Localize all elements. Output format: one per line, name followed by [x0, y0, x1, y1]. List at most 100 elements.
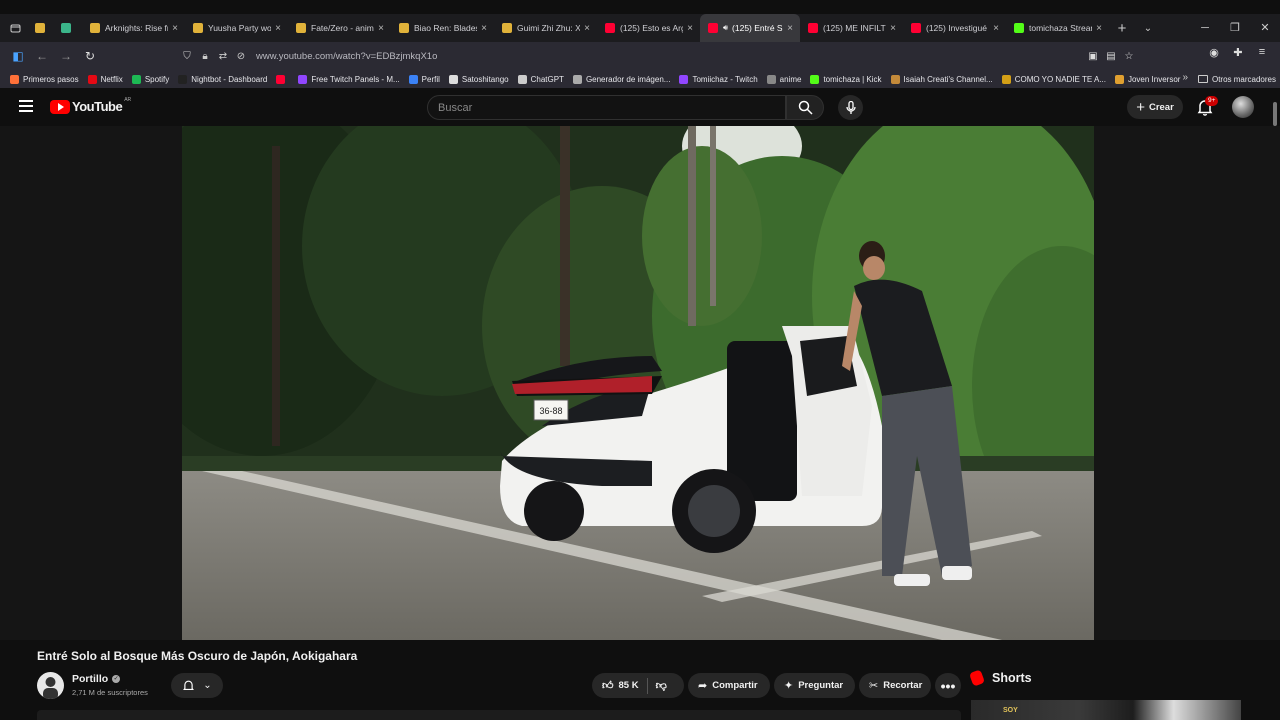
thumbs-up-icon[interactable]: 👍︎: [602, 679, 614, 692]
bookmark-item[interactable]: Tomiichaz - Twitch: [679, 74, 758, 84]
reader-view-icon[interactable]: ▤: [1102, 51, 1120, 62]
browser-tab[interactable]: 🔊︎ (125) Entré S ×: [700, 14, 800, 42]
bookmark-item[interactable]: Spotify: [131, 74, 169, 84]
bookmark-item[interactable]: Netflix: [87, 74, 123, 84]
tab-list-chevron-icon[interactable]: ⌄: [1135, 23, 1161, 34]
page-scrollbar[interactable]: [1273, 102, 1277, 126]
tab-close-icon[interactable]: ×: [787, 23, 793, 34]
voice-search-button[interactable]: [838, 95, 863, 120]
search-input[interactable]: Buscar: [427, 95, 786, 120]
bookmark-item[interactable]: Perfil: [408, 74, 440, 84]
bookmark-item[interactable]: Joven Inversor: [1114, 74, 1180, 84]
url-text[interactable]: www.youtube.com/watch?v=EDBzjmkqX1o: [256, 51, 437, 62]
picture-in-picture-icon[interactable]: ▣: [1084, 51, 1102, 62]
search-button[interactable]: [786, 95, 824, 120]
forward-icon[interactable]: →: [54, 49, 78, 63]
minimize-icon[interactable]: ─: [1190, 14, 1220, 42]
bookmark-label: Netflix: [100, 74, 123, 84]
tab-close-icon[interactable]: ×: [993, 23, 999, 34]
browser-tab[interactable]: (125) Esto es Arge ×: [597, 14, 700, 42]
bookmark-label: Free Twitch Panels - M...: [311, 74, 400, 84]
share-button[interactable]: ➦ Compartir: [688, 673, 770, 698]
tab-favicon-icon: [911, 23, 921, 33]
tab-audio-icon[interactable]: 🔊︎: [723, 23, 728, 33]
tab-close-icon[interactable]: ×: [481, 23, 487, 34]
bookmark-item[interactable]: Satoshitango: [448, 74, 509, 84]
restore-icon[interactable]: ❐: [1220, 14, 1250, 42]
bookmark-item[interactable]: Nightbot - Dashboard: [178, 74, 268, 84]
reload-icon[interactable]: ↻: [78, 49, 102, 63]
account-icon[interactable]: ◉: [1202, 46, 1226, 59]
bookmark-favicon-icon: [131, 74, 141, 84]
user-avatar[interactable]: [1232, 96, 1254, 118]
browser-tab[interactable]: tomichaza Stream ×: [1006, 14, 1109, 42]
shield-icon[interactable]: ⛉: [178, 51, 196, 62]
bookmark-star-icon[interactable]: ☆: [1120, 51, 1138, 62]
bookmark-favicon-icon: [448, 74, 458, 84]
shorts-icon: [968, 669, 986, 687]
scissors-icon: ✂: [869, 680, 879, 692]
browser-tab[interactable]: (125) Investigué e ×: [903, 14, 1006, 42]
bookmark-item[interactable]: Generador de imágen...: [572, 74, 670, 84]
pinned-tab[interactable]: [56, 14, 82, 42]
video-player[interactable]: 36-88: [182, 126, 1094, 640]
app-menu-icon[interactable]: ≡: [1250, 46, 1274, 59]
tab-close-icon[interactable]: ×: [378, 23, 384, 34]
tracking-icon[interactable]: ⊘: [232, 51, 250, 62]
shorts-thumbnail[interactable]: SOY: [971, 700, 1241, 720]
bookmark-item[interactable]: ChatGPT: [517, 74, 564, 84]
bookmark-item[interactable]: tomichaza | Kick: [810, 74, 882, 84]
browser-tab[interactable]: Biao Ren: Blades o×: [391, 14, 494, 42]
like-count[interactable]: 85 K: [619, 680, 639, 691]
ask-button[interactable]: ✦ Preguntar: [774, 673, 855, 698]
thumbs-down-icon[interactable]: 👎︎: [656, 679, 667, 692]
bookmark-label: Nightbot - Dashboard: [191, 74, 268, 84]
tab-close-icon[interactable]: ×: [584, 23, 590, 34]
tab-close-icon[interactable]: ×: [687, 23, 693, 34]
channel-name-text[interactable]: Portillo: [72, 673, 108, 685]
tab-close-icon[interactable]: ×: [1096, 23, 1102, 34]
other-bookmarks[interactable]: Otros marcadores: [1197, 70, 1276, 88]
sidebar-icon[interactable]: ◧: [6, 49, 30, 63]
bookmark-item[interactable]: Primeros pasos: [10, 74, 79, 84]
youtube-play-icon: [50, 99, 70, 114]
url-bar[interactable]: ⛉ 🔒︎ ⇄ ⊘ www.youtube.com/watch?v=EDBzjmk…: [178, 46, 1138, 66]
share-label: Compartir: [712, 680, 758, 691]
channel-avatar[interactable]: [37, 672, 64, 699]
back-icon[interactable]: ←: [30, 49, 54, 63]
bookmark-item[interactable]: anime: [766, 74, 801, 84]
bookmark-item[interactable]: Isaiah Creati's Channel...: [890, 74, 993, 84]
clip-button[interactable]: ✂ Recortar: [859, 673, 931, 698]
tab-close-icon[interactable]: ×: [275, 23, 281, 34]
more-actions-button[interactable]: •••: [935, 673, 961, 698]
youtube-logo[interactable]: YouTube AR: [50, 97, 131, 114]
tab-close-icon[interactable]: ×: [890, 23, 896, 34]
browser-tab[interactable]: Fate/Zero - anime ×: [288, 14, 391, 42]
bookmark-item[interactable]: COMO YO NADIE TE A...: [1001, 74, 1106, 84]
browser-tab[interactable]: Arknights: Rise fr ×: [82, 14, 185, 42]
bookmark-label: Satoshitango: [461, 74, 509, 84]
extensions-icon[interactable]: ✚: [1226, 46, 1250, 59]
channel-name[interactable]: Portillo ✓: [72, 673, 121, 685]
bookmark-item[interactable]: [276, 74, 289, 84]
browser-tab[interactable]: Yuusha Party wo C×: [185, 14, 288, 42]
tab-overview-icon[interactable]: [0, 14, 30, 42]
shorts-header[interactable]: Shorts: [968, 669, 1032, 687]
browser-tab[interactable]: (125) ME INFILTR ×: [800, 14, 903, 42]
tab-close-icon[interactable]: ×: [172, 23, 178, 34]
subscription-notifications-button[interactable]: ⌄: [171, 673, 223, 698]
tab-favicon-icon: [605, 23, 615, 33]
new-tab-button[interactable]: +: [1109, 20, 1135, 37]
pinned-tab[interactable]: [30, 14, 56, 42]
create-button[interactable]: + Crear: [1127, 95, 1183, 119]
bookmark-item[interactable]: Free Twitch Panels - M...: [298, 74, 400, 84]
hamburger-menu-icon[interactable]: [19, 100, 33, 112]
bookmark-favicon-icon: [408, 74, 418, 84]
bell-icon: [183, 680, 195, 691]
other-bookmarks-label: Otros marcadores: [1211, 74, 1276, 84]
close-window-icon[interactable]: ✕: [1250, 14, 1280, 42]
bookmarks-overflow-icon[interactable]: »: [1182, 72, 1188, 83]
lock-icon[interactable]: 🔒︎: [196, 51, 214, 62]
browser-tab[interactable]: Guimi Zhi Zhu: Xi ×: [494, 14, 597, 42]
permissions-icon[interactable]: ⇄: [214, 51, 232, 62]
